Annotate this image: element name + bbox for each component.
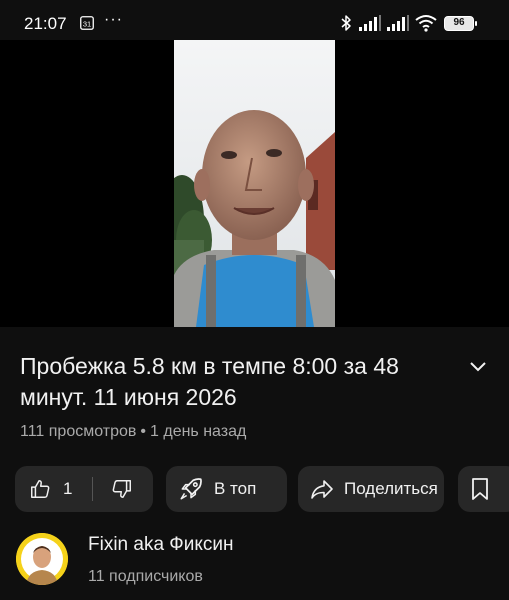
thumb-up-icon <box>31 480 50 498</box>
like-button[interactable]: 1 <box>29 478 72 500</box>
bookmark-icon <box>472 478 488 500</box>
battery-level: 96 <box>453 17 465 28</box>
boost-button[interactable]: В топ <box>166 466 287 512</box>
dislike-button[interactable] <box>111 478 133 500</box>
bluetooth-icon <box>341 15 351 31</box>
calendar-icon: 31 <box>80 16 94 30</box>
save-button[interactable] <box>458 466 509 512</box>
video-player[interactable] <box>0 40 509 327</box>
share-label: Поделиться <box>344 479 438 498</box>
pill-divider <box>92 477 94 501</box>
share-icon <box>311 480 333 499</box>
channel-avatar[interactable] <box>16 533 68 585</box>
calendar-day: 31 <box>83 20 91 29</box>
status-bar: 21:07 31 ··· 96 <box>0 0 509 40</box>
rocket-icon <box>180 478 202 500</box>
video-frame[interactable] <box>174 40 335 327</box>
upload-age: 1 день назад <box>150 423 247 440</box>
more-notifications-icon: ··· <box>104 11 123 28</box>
avatar-image <box>16 533 68 585</box>
share-button[interactable]: Поделиться <box>298 466 444 512</box>
subscriber-count: 11 подписчиков <box>88 568 203 585</box>
signal-icon-2 <box>387 15 409 31</box>
view-count: 111 просмотров <box>20 423 137 440</box>
battery-icon: 96 <box>444 16 477 31</box>
meta-separator: • <box>140 423 147 440</box>
thumb-down-icon <box>113 480 132 498</box>
wifi-icon <box>415 15 437 32</box>
like-dislike-pill: 1 <box>15 466 153 512</box>
status-time: 21:07 <box>24 14 67 33</box>
video-title: Пробежка 5.8 км в темпе 8:00 за 48 минут… <box>20 353 399 410</box>
boost-label: В топ <box>214 479 257 498</box>
like-count: 1 <box>63 479 73 498</box>
channel-name[interactable]: Fixin aka Фиксин <box>88 534 234 556</box>
chevron-down-icon[interactable] <box>468 360 488 374</box>
video-meta[interactable]: 111 просмотров • 1 день назад <box>20 423 246 441</box>
signal-icon <box>359 15 381 31</box>
